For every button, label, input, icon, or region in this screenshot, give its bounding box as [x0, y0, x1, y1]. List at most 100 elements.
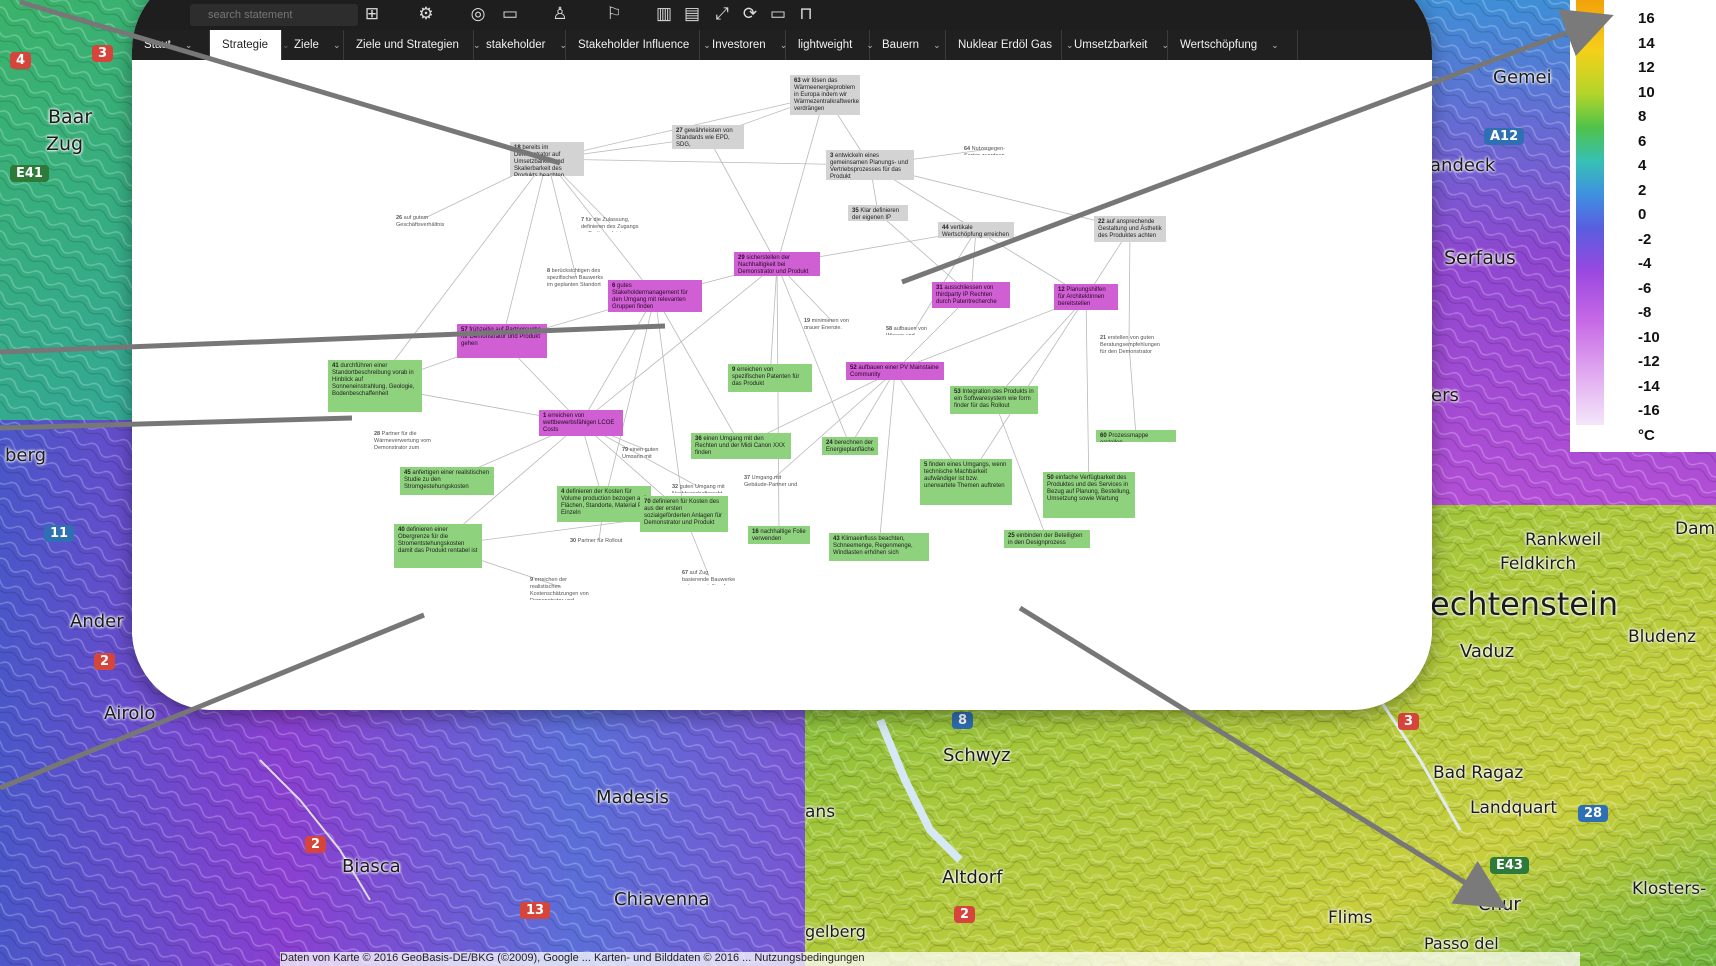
map-label: Madesis — [596, 787, 669, 808]
graph-node[interactable]: 50 einfache Verfügbarkeit des Produktes … — [1043, 472, 1135, 518]
graph-node[interactable]: 29 sicherstellen der Nachhaltigkeit bei … — [734, 252, 820, 276]
graph-node[interactable]: 64 Nutzergegen-Sorten zuordnen — [960, 143, 1020, 155]
graph-node[interactable]: 21 erstellen von guten Beratungsempfehlu… — [1096, 332, 1162, 356]
road-shield: 2 — [94, 653, 116, 670]
legend-tick: -6 — [1638, 279, 1652, 297]
legend-tick: -4 — [1638, 255, 1652, 272]
graph-node[interactable]: 12 Planungshilfen für Architektinnen ber… — [1054, 284, 1118, 310]
node-number: 31 — [936, 285, 943, 291]
graph-node[interactable]: 79 einen guten Umgang mit Landschaftssch… — [618, 444, 680, 458]
node-number: 70 — [644, 499, 651, 505]
graph-node[interactable]: 7 für die Zulassung, definieren des Zuga… — [577, 214, 643, 232]
graph-node[interactable]: 31 ausschliessen von thirdparty IP Recht… — [932, 282, 1010, 308]
graph-node[interactable]: 36 einen Umgang mit den Rechten und der … — [691, 433, 791, 459]
graph-node[interactable]: 60 Prozessmappe erstellen — [1096, 430, 1176, 442]
node-text: vertikale Wertschöpfung erreichen — [942, 225, 1009, 238]
node-text: erreichen von wettbewerbsfähigen LCOE Co… — [543, 413, 615, 433]
node-number: 44 — [942, 225, 949, 231]
graph-node[interactable]: 43 Klimaeinfluss beachten, Schneemenge, … — [829, 533, 929, 561]
graph-node[interactable]: 6 gutes Stakeholdermanagement für den Um… — [608, 280, 702, 312]
node-number: 12 — [1058, 287, 1065, 293]
map-label: Rankweil — [1525, 530, 1602, 550]
node-text: guten Umgang mit Nachbarschaftsrecht fin… — [672, 484, 725, 493]
node-number: 7 — [581, 217, 585, 223]
graph-node[interactable]: 26 auf gutem Geschäftsverhältnis im Proj… — [392, 212, 454, 226]
graph-node[interactable]: 32 guten Umgang mit Nachbarschaftsrecht … — [668, 481, 730, 493]
graph-node[interactable]: 5 finden eines Umgangs, wenn technische … — [920, 459, 1012, 505]
map-label: ans — [805, 802, 836, 822]
node-number: 1 — [543, 413, 547, 419]
graph-node[interactable]: 37 Umgang mit Gebäude-Partner und Gemein… — [740, 472, 806, 486]
map-label: ers — [1431, 385, 1459, 406]
graph-node[interactable]: 27 gewährleisten von Standards wie EPD, … — [672, 125, 744, 149]
graph-node[interactable]: 1 erreichen von wettbewerbsfähigen LCOE … — [539, 410, 623, 436]
graph-node[interactable]: 8 berücksichtigen des spezifischen Bauwe… — [543, 265, 609, 289]
node-text: sicherstellen der Nachhaltigkeit bei Dem… — [738, 255, 809, 275]
node-number: 24 — [826, 440, 833, 446]
node-text: durchführen einer Standortbeschreibung v… — [332, 363, 415, 397]
node-number: 18 — [514, 145, 521, 151]
graph-node[interactable]: 53 Integration des Produkts in ein Softw… — [950, 386, 1038, 414]
node-text: für die Zulassung, definieren des Zugang… — [581, 217, 639, 232]
graph-node[interactable]: 40 definieren einer Obergrenze für die S… — [394, 524, 482, 568]
node-text: berechnen der Energieplanfläche — [826, 440, 875, 453]
graph-node[interactable]: 28 Partner für die Wärmeverwertung vom D… — [370, 428, 442, 452]
node-number: 6 — [612, 283, 616, 289]
road-shield: 2 — [954, 906, 976, 923]
graph-node[interactable]: 45 anfertigen einer realistischen Studie… — [400, 467, 494, 495]
graph-node[interactable]: 4 definieren der Kosten für Volume produ… — [557, 486, 651, 522]
graph-node[interactable]: 25 einbinden der Beteiligten in den Desi… — [1004, 530, 1090, 548]
graph-node[interactable]: 19 minimieren von grauer Energie, Materi… — [800, 315, 866, 329]
graph-node[interactable]: 9 erreichen der realistischen Kostenschä… — [526, 574, 596, 600]
road-shield: E41 — [10, 165, 49, 182]
node-number: 37 — [744, 475, 751, 481]
road-shield: 8 — [952, 712, 974, 729]
graph-canvas[interactable]: 63 wir lösen das Wärmeenergieproblem in … — [132, 60, 1432, 710]
graph-node[interactable]: 52 aufbauen einer PV Mainstaine Communit… — [846, 362, 944, 380]
legend-tick: -10 — [1638, 328, 1660, 346]
node-number: 64 — [964, 146, 971, 152]
graph-node[interactable]: 44 vertikale Wertschöpfung erreichen — [938, 222, 1014, 238]
map-label: Schwyz — [943, 745, 1011, 766]
node-number: 57 — [461, 327, 468, 333]
map-label: Chiavenna — [614, 889, 710, 910]
node-text: nachhaltige Folie verwenden — [752, 529, 806, 542]
graph-node[interactable]: 57 frühzeitig auf Partnersuche für Demon… — [457, 324, 547, 358]
graph-node[interactable]: 63 wir lösen das Wärmeenergieproblem in … — [790, 75, 860, 115]
graph-node[interactable]: 24 berechnen der Energieplanfläche — [822, 437, 878, 455]
node-text: Planungshilfen für Architektinnen bereit… — [1058, 287, 1106, 307]
graph-node[interactable]: 30 Partner für Rollout finden — [566, 535, 632, 545]
road-shield: 3 — [92, 45, 114, 62]
graph-node[interactable]: 41 durchführen einer Standortbeschreibun… — [328, 360, 422, 412]
graph-node[interactable]: 3 entwickeln eines gemeinsamen Planungs-… — [826, 150, 914, 180]
graph-node[interactable]: 9 erreichen von spezifischen Patenten fü… — [728, 364, 812, 392]
node-text: erreichen von spezifischen Patenten für … — [732, 367, 800, 387]
node-number: 5 — [924, 462, 928, 468]
node-text: auf Zug basierende Bauwerke setzen erste… — [682, 570, 736, 585]
road-shield: 28 — [1578, 805, 1609, 822]
node-text: Partner für Rollout finden — [577, 538, 623, 544]
node-text: Integration des Produkts in ein Software… — [954, 389, 1034, 409]
graph-node[interactable]: 67 auf Zug basierende Bauwerke setzen er… — [678, 567, 740, 585]
legend-tick: 14 — [1638, 34, 1655, 52]
graph-node[interactable]: 35 Klar definieren der eigenen IP Rechte — [848, 205, 908, 221]
legend-tick: 16 — [1638, 10, 1655, 27]
map-label: Biasca — [342, 856, 401, 877]
road-shield: 4 — [10, 52, 32, 69]
graph-node[interactable]: 70 definieren für Kosten des aus der ers… — [640, 496, 728, 532]
legend-tick: 4 — [1638, 157, 1647, 174]
graph-node[interactable]: 18 bereits im Demonstrator auf Umsetzbar… — [510, 142, 584, 176]
node-text: Prozessmappe erstellen — [1100, 433, 1149, 442]
graph-node[interactable]: 58 aufbauen von Wissen und Vertriebskont… — [882, 323, 948, 335]
map-label: gelberg — [805, 922, 866, 941]
node-text: auf ansprechende Gestaltung und Ästhetik… — [1098, 219, 1162, 239]
node-number: 29 — [738, 255, 745, 261]
node-number: 50 — [1047, 475, 1054, 481]
node-number: 19 — [804, 318, 811, 324]
node-text: anfertigen einer realistischen Studie zu… — [404, 470, 490, 490]
map-label: Dam — [1675, 519, 1716, 539]
graph-node[interactable]: 16 nachhaltige Folie verwenden — [748, 526, 810, 544]
graph-node[interactable]: 22 auf ansprechende Gestaltung und Ästhe… — [1094, 216, 1166, 242]
node-text: entwickeln eines gemeinsamen Planungs- u… — [830, 153, 909, 180]
map-label: berg — [5, 445, 47, 466]
